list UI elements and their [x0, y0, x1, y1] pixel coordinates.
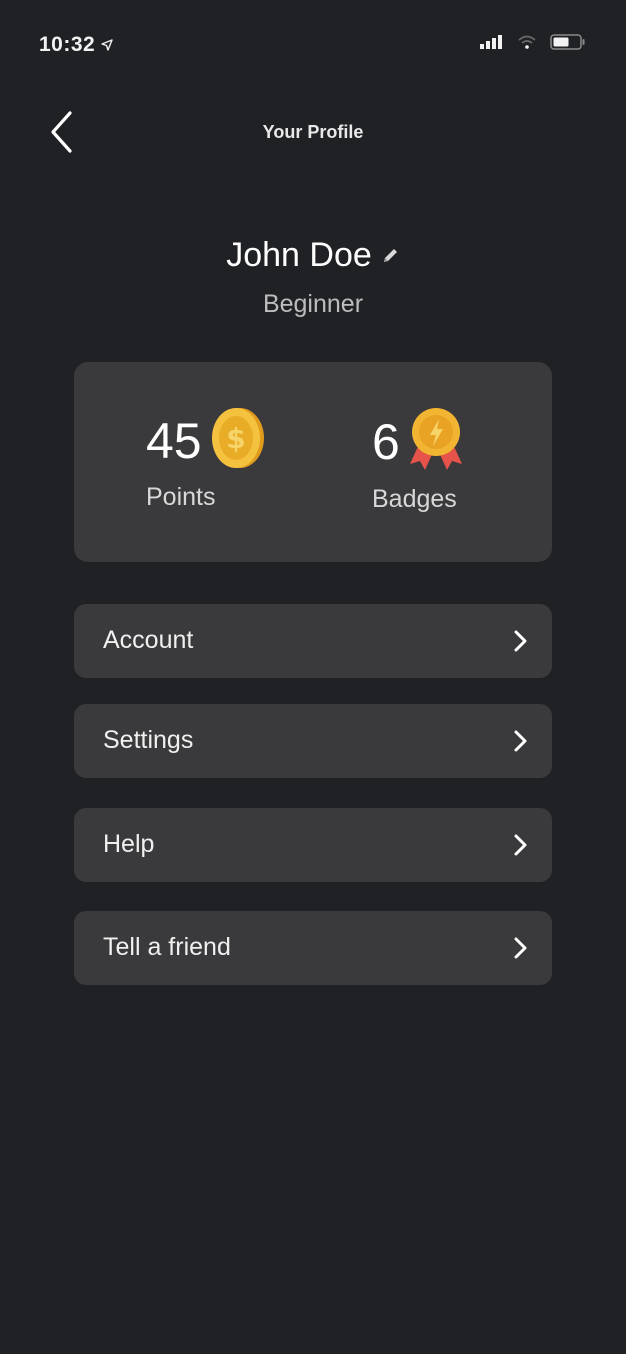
location-arrow-icon [101, 33, 113, 57]
menu-item-label: Account [103, 626, 194, 654]
status-icons [480, 34, 586, 55]
pencil-icon [382, 246, 400, 269]
menu-item-tell-a-friend[interactable]: Tell a friend [74, 911, 552, 985]
battery-icon [550, 34, 586, 55]
chevron-right-icon [508, 936, 532, 960]
menu-item-settings[interactable]: Settings [74, 704, 552, 778]
coin-icon: $ [210, 406, 266, 475]
menu-item-account[interactable]: Account [74, 604, 552, 678]
menu-item-help[interactable]: Help [74, 808, 552, 882]
page-title: Your Profile [262, 122, 364, 142]
profile-level: Beginner [262, 290, 364, 318]
stats-card: 45 $ Points 6 Badges [74, 362, 552, 562]
svg-text:$: $ [226, 422, 245, 455]
chevron-right-icon [508, 729, 532, 753]
profile-name: John Doe [226, 236, 372, 274]
points-label: Points [146, 483, 216, 511]
wifi-icon [518, 35, 536, 54]
status-time: 10:32 [39, 33, 113, 57]
menu-item-label: Tell a friend [103, 933, 231, 961]
points-value: 45 [146, 412, 202, 469]
badges-label: Badges [372, 485, 457, 513]
edit-name-button[interactable] [382, 246, 400, 269]
medal-icon [408, 406, 464, 477]
chevron-right-icon [508, 833, 532, 857]
menu-item-label: Help [103, 830, 155, 858]
status-time-text: 10:32 [39, 33, 96, 56]
badges-value: 6 [372, 413, 400, 470]
signal-icon [480, 35, 504, 54]
points-stat: 45 $ Points [146, 406, 266, 512]
badges-stat: 6 Badges [372, 406, 464, 514]
profile-name-row: John Doe [0, 236, 626, 275]
status-bar: 10:32 [0, 0, 626, 90]
menu-item-label: Settings [103, 726, 194, 754]
chevron-right-icon [508, 629, 532, 653]
